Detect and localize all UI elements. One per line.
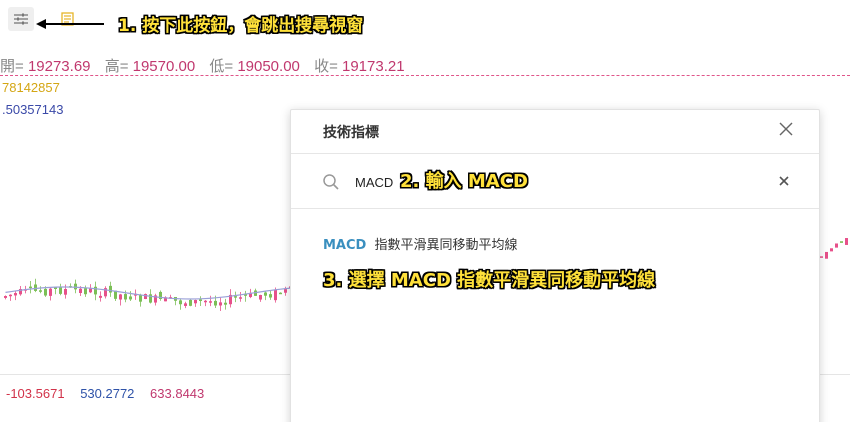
candle-body [29, 286, 32, 289]
candle-body [820, 256, 823, 258]
candle-body [74, 283, 77, 290]
candle-body [99, 295, 102, 298]
search-divider [291, 208, 819, 209]
candle-body [279, 292, 282, 295]
candle-body [189, 299, 192, 306]
macd-readout: -103.5671 530.2772 633.8443 [6, 386, 216, 401]
dialog-divider [291, 153, 819, 154]
arrow-annotation [36, 19, 104, 29]
candle-body [39, 290, 42, 292]
candle-body [49, 288, 52, 296]
macd-dif-value: 530.2772 [80, 386, 135, 401]
candle-body [209, 301, 212, 303]
result-name: MACD [323, 238, 367, 253]
candle-body [199, 299, 202, 301]
candle-body [79, 288, 82, 293]
candle-body [269, 294, 272, 298]
sliders-icon [14, 13, 28, 25]
candle-body [89, 288, 92, 293]
candle-body [219, 302, 222, 306]
candle-body [284, 289, 287, 293]
candle-body [14, 293, 17, 296]
candle-body [44, 288, 47, 296]
high-value: 19570.00 [132, 58, 196, 75]
candle-body [184, 303, 187, 306]
candle-body [129, 296, 132, 300]
candle-body [64, 289, 67, 295]
candle-body [109, 285, 112, 293]
search-result-item[interactable]: MACD 指數平滑異同移動平均線 [323, 234, 518, 253]
candle-body [94, 286, 97, 295]
annotation-step-3: 3. 選擇 MACD 指數平滑異同移動平均線 [323, 270, 656, 291]
candle-body [9, 294, 12, 297]
macd-dea-value: 633.8443 [150, 386, 205, 401]
result-description: 指數平滑異同移動平均線 [374, 238, 518, 253]
dialog-title: 技術指標 [323, 125, 379, 141]
candle-body [845, 238, 848, 245]
indicator-value-2: .50357143 [2, 102, 64, 117]
close-value: 19173.21 [342, 58, 405, 75]
candle-body [139, 295, 142, 302]
candle-body [204, 300, 207, 303]
indicator-settings-button[interactable] [8, 7, 34, 31]
candle-body [84, 288, 87, 295]
candle-body [830, 248, 833, 252]
candle-body [124, 294, 127, 300]
high-label: 高= [104, 58, 129, 75]
candle-body [194, 299, 197, 304]
candle-body [835, 243, 838, 248]
macd-diff-value: -103.5671 [6, 386, 65, 401]
candle-body [214, 300, 217, 306]
candle-body [224, 302, 227, 305]
candle-body [825, 251, 828, 259]
candle-body [234, 296, 237, 298]
moving-average-line [5, 286, 291, 300]
close-label: 收= [314, 58, 338, 75]
low-label: 低= [209, 58, 234, 75]
search-icon [323, 174, 339, 190]
clear-search-icon[interactable] [779, 176, 789, 186]
candle-body [840, 241, 843, 243]
last-price-line [0, 75, 850, 76]
candle-body [264, 292, 267, 296]
candle-body [34, 284, 37, 291]
candle-body [179, 300, 182, 305]
low-value: 19050.00 [237, 58, 300, 75]
indicator-value-1: 78142857 [2, 80, 60, 95]
open-label: 開= [0, 58, 24, 75]
candle-body [274, 289, 277, 301]
close-icon[interactable] [779, 122, 793, 136]
annotation-step-1: 1. 按下此按鈕，會跳出搜尋視窗 [118, 16, 364, 36]
candle-body [144, 294, 147, 300]
candle-body [239, 297, 242, 299]
ohlc-readout: 開= 19273.69 高= 19570.00 低= 19050.00 收= 1… [0, 55, 415, 76]
candle-body [259, 295, 262, 300]
candle-body [4, 296, 7, 298]
open-value: 19273.69 [27, 58, 91, 75]
candle-body [119, 294, 122, 300]
annotation-step-2: 2. 輸入 MACD [400, 171, 528, 192]
